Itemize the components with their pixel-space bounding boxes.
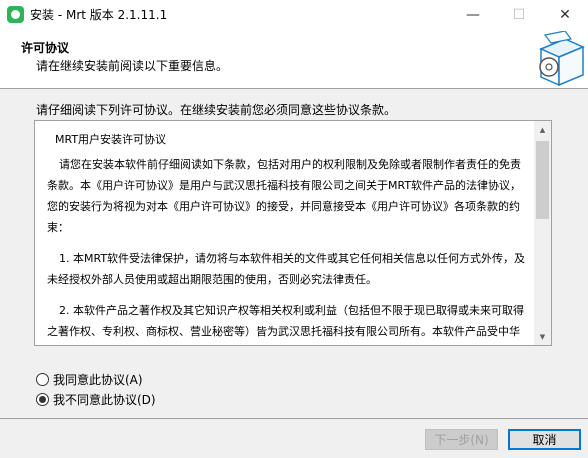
next-button[interactable]: 下一步(N) bbox=[425, 429, 498, 450]
instruction-text: 请仔细阅读下列许可协议。在继续安装前您必须同意这些协议条款。 bbox=[36, 103, 397, 117]
license-paragraph: 1. 本MRT软件受法律保护，请勿将与本软件相关的文件或其它任何相关信息以任何方… bbox=[47, 252, 526, 286]
page-title: 许可协议 bbox=[21, 41, 70, 55]
decline-radio-option[interactable]: 我不同意此协议(D) bbox=[36, 391, 156, 408]
scroll-thumb[interactable] bbox=[536, 141, 549, 219]
footer-divider bbox=[0, 418, 588, 419]
license-paragraph: 请您在安装本软件前仔细阅读如下条款，包括对用户的权利限制及免除或者限制作者责任的… bbox=[47, 158, 522, 234]
installer-box-disc-icon bbox=[539, 31, 585, 87]
license-content: MRT用户安装许可协议 请您在安装本软件前仔细阅读如下条款，包括对用户的权利限制… bbox=[35, 121, 535, 345]
accept-radio-option[interactable]: 我同意此协议(A) bbox=[36, 371, 143, 388]
title-bar: 安装 - Mrt 版本 2.1.11.1 — ☐ ✕ bbox=[0, 0, 588, 30]
license-paragraph: 2. 本软件产品之著作权及其它知识产权等相关权利或利益（包括但不限于现已取得或未… bbox=[47, 304, 524, 338]
window-title: 安装 - Mrt 版本 2.1.11.1 bbox=[30, 8, 168, 22]
wizard-header: 许可协议 请在继续安装前阅读以下重要信息。 bbox=[0, 29, 588, 89]
scroll-up-arrow-icon[interactable]: ▲ bbox=[534, 121, 551, 138]
decline-radio-button[interactable] bbox=[36, 393, 49, 406]
maximize-button: ☐ bbox=[512, 6, 526, 23]
decline-radio-label[interactable]: 我不同意此协议(D) bbox=[53, 391, 156, 408]
close-button[interactable]: ✕ bbox=[542, 0, 588, 29]
app-icon bbox=[7, 6, 24, 23]
cancel-button[interactable]: 取消 bbox=[508, 429, 581, 450]
license-title: MRT用户安装许可协议 bbox=[55, 133, 167, 146]
license-textbox[interactable]: MRT用户安装许可协议 请您在安装本软件前仔细阅读如下条款，包括对用户的权利限制… bbox=[34, 120, 552, 346]
vertical-scrollbar[interactable]: ▲ ▼ bbox=[534, 121, 551, 345]
accept-radio-label[interactable]: 我同意此协议(A) bbox=[53, 371, 143, 388]
scroll-down-arrow-icon[interactable]: ▼ bbox=[534, 328, 551, 345]
minimize-button[interactable]: — bbox=[450, 0, 496, 29]
page-subtitle: 请在继续安装前阅读以下重要信息。 bbox=[36, 59, 229, 73]
accept-radio-button[interactable] bbox=[36, 373, 49, 386]
